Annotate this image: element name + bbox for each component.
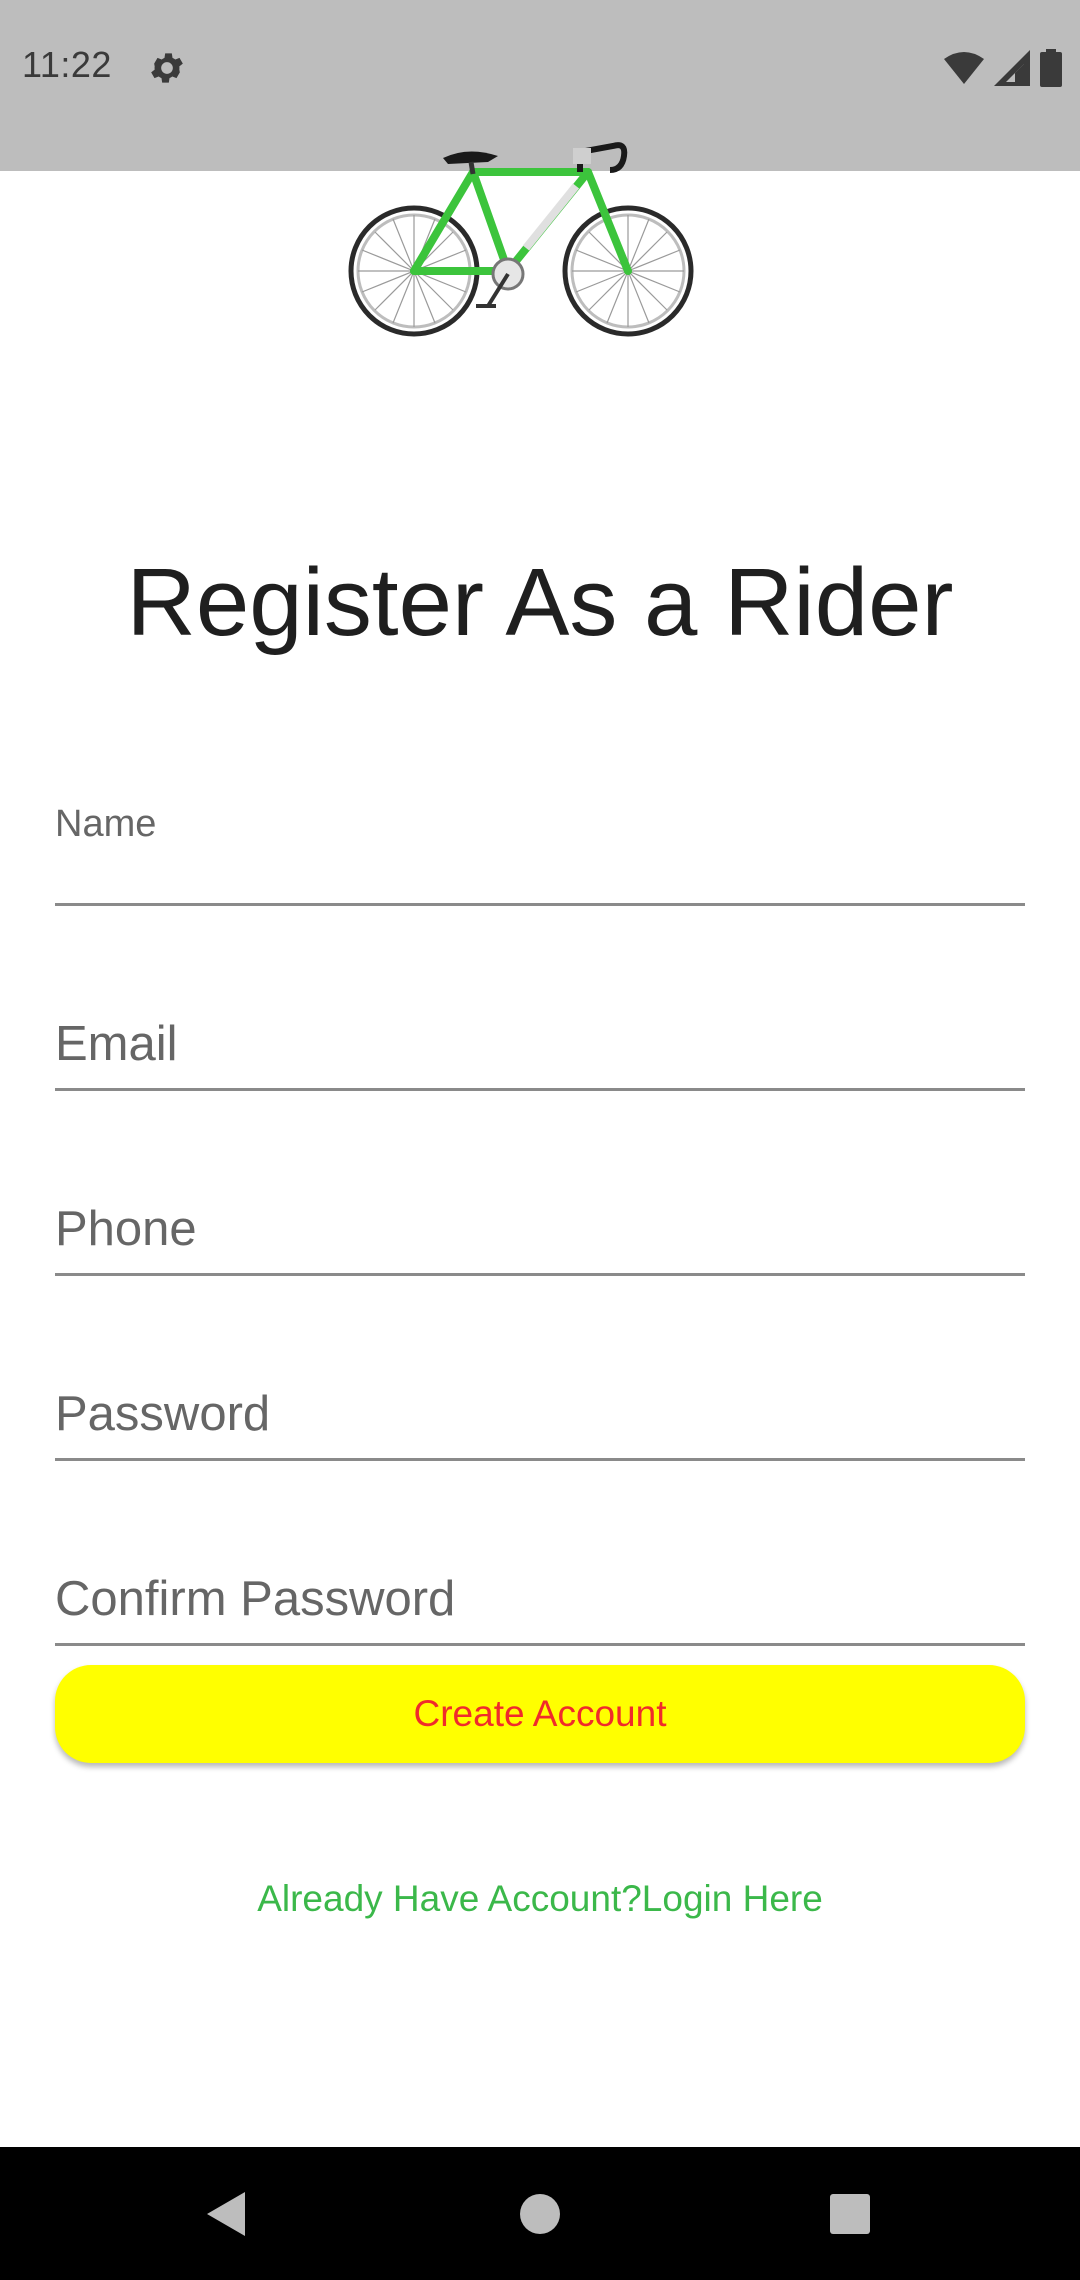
- register-screen: 11:22 Register As a Rider Name Email Pho…: [0, 0, 1080, 2280]
- password-field[interactable]: Password: [55, 1328, 1025, 1461]
- gear-icon: [151, 53, 183, 83]
- name-label: Name: [55, 803, 157, 845]
- create-account-button[interactable]: Create Account: [55, 1665, 1025, 1763]
- recents-button[interactable]: [813, 2177, 887, 2251]
- confirm-password-input[interactable]: [55, 1585, 1025, 1637]
- signal-icon: [994, 50, 1030, 86]
- home-icon: [520, 2194, 560, 2234]
- confirm-password-field[interactable]: Confirm Password: [55, 1513, 1025, 1646]
- name-input[interactable]: [55, 845, 1025, 897]
- home-button[interactable]: [503, 2177, 577, 2251]
- page-title: Register As a Rider: [126, 549, 954, 656]
- status-time: 11:22: [22, 44, 112, 85]
- login-link[interactable]: Already Have Account?Login Here: [0, 1878, 1080, 1920]
- recents-icon: [830, 2194, 870, 2234]
- status-icons: [944, 48, 1062, 88]
- battery-icon: [1040, 49, 1062, 87]
- wifi-icon: [944, 52, 984, 84]
- email-input[interactable]: [55, 1030, 1025, 1082]
- back-icon: [207, 2192, 245, 2236]
- password-input[interactable]: [55, 1400, 1025, 1452]
- email-field[interactable]: Email: [55, 958, 1025, 1091]
- phone-input[interactable]: [55, 1215, 1025, 1267]
- phone-field[interactable]: Phone: [55, 1143, 1025, 1276]
- navigation-bar: [0, 2147, 1080, 2280]
- bicycle-icon: [348, 142, 694, 337]
- back-button[interactable]: [190, 2177, 264, 2251]
- name-field[interactable]: Name: [55, 773, 1025, 906]
